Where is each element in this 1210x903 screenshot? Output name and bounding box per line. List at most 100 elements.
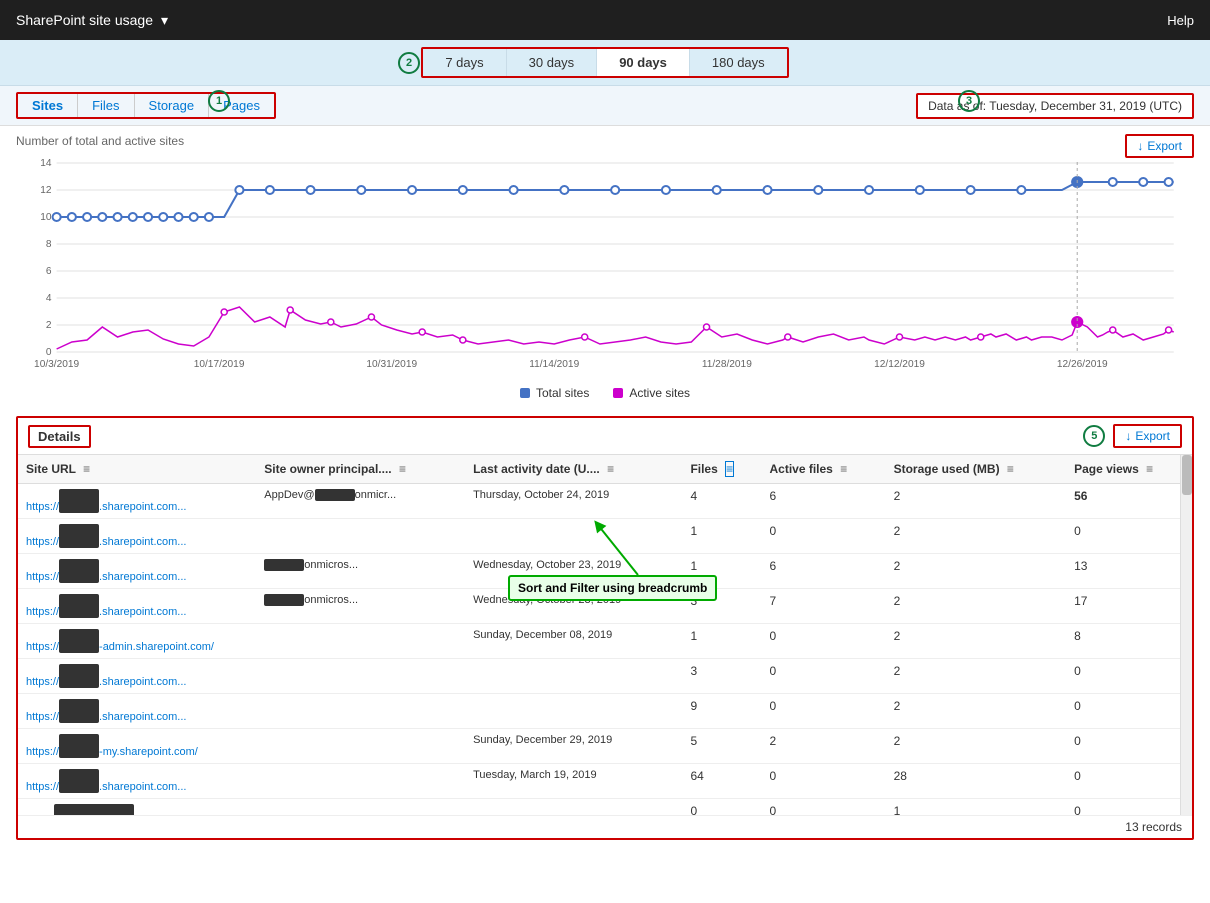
cell-files: 4 [682, 484, 761, 519]
tab-sites[interactable]: Sites [18, 94, 78, 117]
table-row[interactable]: https://████████.sharepoint.com...1020 [18, 519, 1192, 554]
legend-active-sites: Active sites [613, 386, 690, 400]
cell-url: https://████████.sharepoint.com... [18, 484, 256, 519]
table-wrap: Site URL ≡ Site owner principal.... ≡ La… [18, 455, 1192, 815]
svg-text:14: 14 [40, 158, 52, 169]
details-export-icon: ↓ [1125, 429, 1131, 443]
cell-last-activity [465, 799, 682, 816]
app-title: SharePoint site usage [16, 12, 153, 28]
period-tabs: 7 days 30 days 90 days 180 days [421, 47, 788, 78]
details-header: Details 5 ↓ Export [18, 418, 1192, 455]
help-link[interactable]: Help [1167, 13, 1194, 28]
col-menu-files[interactable]: ≡ [725, 461, 734, 477]
details-export-button[interactable]: ↓ Export [1113, 424, 1182, 448]
records-count: 13 records [18, 815, 1192, 838]
svg-text:10/3/2019: 10/3/2019 [34, 359, 80, 370]
tab-storage[interactable]: Storage [135, 94, 210, 117]
cell-page-views: 0 [1066, 659, 1192, 694]
subnav: 1 Sites Files Storage Pages 3 Data as of… [0, 86, 1210, 126]
col-menu-site-url[interactable]: ≡ [83, 462, 90, 476]
svg-text:10/31/2019: 10/31/2019 [366, 359, 417, 370]
col-menu-last-activity[interactable]: ≡ [607, 462, 614, 476]
col-storage: Storage used (MB) ≡ [886, 455, 1067, 484]
cell-page-views: 0 [1066, 519, 1192, 554]
svg-text:11/28/2019: 11/28/2019 [702, 359, 752, 370]
col-menu-owner[interactable]: ≡ [399, 462, 406, 476]
cell-active-files: 0 [761, 764, 885, 799]
cell-active-files: 0 [761, 624, 885, 659]
cell-url: http://████████████████t...f2a2-4fea-bdf… [18, 799, 256, 816]
scrollbar[interactable] [1180, 455, 1192, 815]
cell-last-activity: Sunday, December 08, 2019 [465, 624, 682, 659]
cell-storage: 2 [886, 519, 1067, 554]
col-owner: Site owner principal.... ≡ [256, 455, 465, 484]
cell-url: https://████████.sharepoint.com... [18, 589, 256, 624]
cell-active-files: 0 [761, 694, 885, 729]
col-menu-storage[interactable]: ≡ [1007, 462, 1014, 476]
cell-page-views: 13 [1066, 554, 1192, 589]
cell-owner [256, 519, 465, 554]
col-active-files: Active files ≡ [761, 455, 885, 484]
period-bar: 2 7 days 30 days 90 days 180 days [0, 40, 1210, 86]
cell-files: 9 [682, 694, 761, 729]
legend-dot-active [613, 388, 623, 398]
table-row[interactable]: https://████████-admin.sharepoint.com/Su… [18, 624, 1192, 659]
cell-page-views: 56 [1066, 484, 1192, 519]
cell-owner: ████████onmicros... [256, 589, 465, 624]
table-row[interactable]: https://████████-my.sharepoint.com/Sunda… [18, 729, 1192, 764]
svg-text:12/12/2019: 12/12/2019 [874, 359, 925, 370]
cell-files: 3 [682, 659, 761, 694]
badge-5: 5 [1083, 425, 1105, 447]
cell-url: https://████████.sharepoint.com... [18, 519, 256, 554]
cell-last-activity: Tuesday, March 19, 2019 [465, 764, 682, 799]
scrollbar-thumb [1182, 455, 1192, 495]
col-menu-page-views[interactable]: ≡ [1146, 462, 1153, 476]
chart-title: Number of total and active sites [16, 134, 1194, 148]
cell-owner: AppDev@████████onmicr... [256, 484, 465, 519]
table-header-row: Site URL ≡ Site owner principal.... ≡ La… [18, 455, 1192, 484]
cell-url: https://████████.sharepoint.com... [18, 554, 256, 589]
cell-storage: 2 [886, 624, 1067, 659]
cell-storage: 2 [886, 484, 1067, 519]
tab-7days[interactable]: 7 days [423, 49, 506, 76]
cell-page-views: 0 [1066, 799, 1192, 816]
table-row[interactable]: https://████████.sharepoint.com...AppDev… [18, 484, 1192, 519]
cell-url: https://████████.sharepoint.com... [18, 659, 256, 694]
cell-files: 1 [682, 624, 761, 659]
col-menu-active-files[interactable]: ≡ [840, 462, 847, 476]
col-page-views: Page views ≡ [1066, 455, 1192, 484]
cell-url: https://████████-my.sharepoint.com/ [18, 729, 256, 764]
cell-url: https://████████-admin.sharepoint.com/ [18, 624, 256, 659]
export-label: Export [1147, 139, 1182, 153]
cell-active-files: 0 [761, 659, 885, 694]
cell-files: 1 [682, 519, 761, 554]
cell-last-activity [465, 694, 682, 729]
table-row[interactable]: https://████████.sharepoint.com...██████… [18, 554, 1192, 589]
details-title: Details [28, 425, 91, 448]
cell-files: 0 [682, 799, 761, 816]
svg-text:11/14/2019: 11/14/2019 [529, 359, 579, 370]
cell-owner [256, 659, 465, 694]
data-table: Site URL ≡ Site owner principal.... ≡ La… [18, 455, 1192, 815]
table-row[interactable]: https://████████.sharepoint.com...██████… [18, 589, 1192, 624]
table-row[interactable]: http://████████████████t...f2a2-4fea-bdf… [18, 799, 1192, 816]
badge-2: 2 [398, 52, 420, 74]
cell-active-files: 2 [761, 729, 885, 764]
svg-text:10: 10 [40, 212, 52, 223]
tab-files[interactable]: Files [78, 94, 134, 117]
tab-90days[interactable]: 90 days [597, 49, 690, 76]
table-row[interactable]: https://████████.sharepoint.com...Tuesda… [18, 764, 1192, 799]
col-last-activity: Last activity date (U.... ≡ [465, 455, 682, 484]
subnav-tabs: Sites Files Storage Pages [16, 92, 276, 119]
dropdown-icon[interactable]: ▾ [161, 12, 168, 29]
cell-last-activity: Wednesday, October 23, 2019 [465, 589, 682, 624]
cell-files: 3 [682, 589, 761, 624]
table-row[interactable]: https://████████.sharepoint.com...9020 [18, 694, 1192, 729]
cell-last-activity: Thursday, October 24, 2019 [465, 484, 682, 519]
header-title-group: SharePoint site usage ▾ [16, 12, 168, 29]
cell-storage: 2 [886, 659, 1067, 694]
details-section: Details 5 ↓ Export Site URL ≡ Site owner… [16, 416, 1194, 840]
tab-180days[interactable]: 180 days [690, 49, 787, 76]
table-row[interactable]: https://████████.sharepoint.com...3020 [18, 659, 1192, 694]
tab-30days[interactable]: 30 days [507, 49, 598, 76]
